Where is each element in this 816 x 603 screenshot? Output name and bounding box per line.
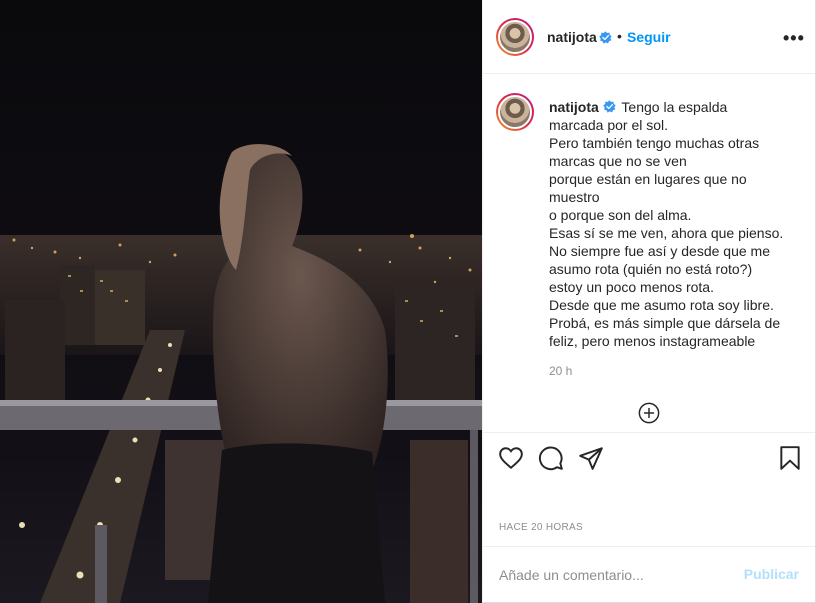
post-timestamp[interactable]: HACE 20 HORAS — [499, 522, 583, 533]
night-city-photo — [0, 0, 482, 603]
comment-input[interactable] — [499, 565, 739, 585]
follow-button[interactable]: Seguir — [627, 29, 671, 45]
comment-box: Publicar — [483, 546, 815, 603]
author-username[interactable]: natijota — [547, 29, 597, 45]
caption-timestamp[interactable]: 20 h — [549, 364, 572, 378]
post-side-panel: natijota • Seguir ••• natijota Tengo la … — [482, 0, 816, 603]
post-photo[interactable] — [0, 0, 482, 603]
post-header: natijota • Seguir ••• — [483, 0, 815, 74]
bookmark-icon[interactable] — [777, 445, 803, 471]
caption-username[interactable]: natijota — [549, 99, 599, 115]
more-options-icon[interactable]: ••• — [783, 28, 805, 49]
comment-icon[interactable] — [538, 445, 564, 471]
publish-button[interactable]: Publicar — [744, 566, 799, 582]
post-actions — [483, 432, 815, 482]
load-more-comments-icon[interactable] — [638, 402, 660, 424]
caption-text: Tengo la espalda marcada por el sol. Per… — [549, 99, 784, 349]
post-caption: natijota Tengo la espalda marcada por el… — [549, 98, 785, 350]
verified-badge-icon — [599, 31, 612, 44]
avatar-image — [498, 20, 532, 54]
heart-icon[interactable] — [498, 445, 524, 471]
avatar-image — [498, 95, 532, 129]
post-dialog: natijota • Seguir ••• natijota Tengo la … — [0, 0, 816, 603]
verified-badge-icon — [603, 100, 616, 113]
header-separator: • — [617, 28, 622, 44]
share-icon[interactable] — [578, 445, 604, 471]
caption-avatar[interactable] — [496, 93, 534, 131]
author-avatar[interactable] — [496, 18, 534, 56]
